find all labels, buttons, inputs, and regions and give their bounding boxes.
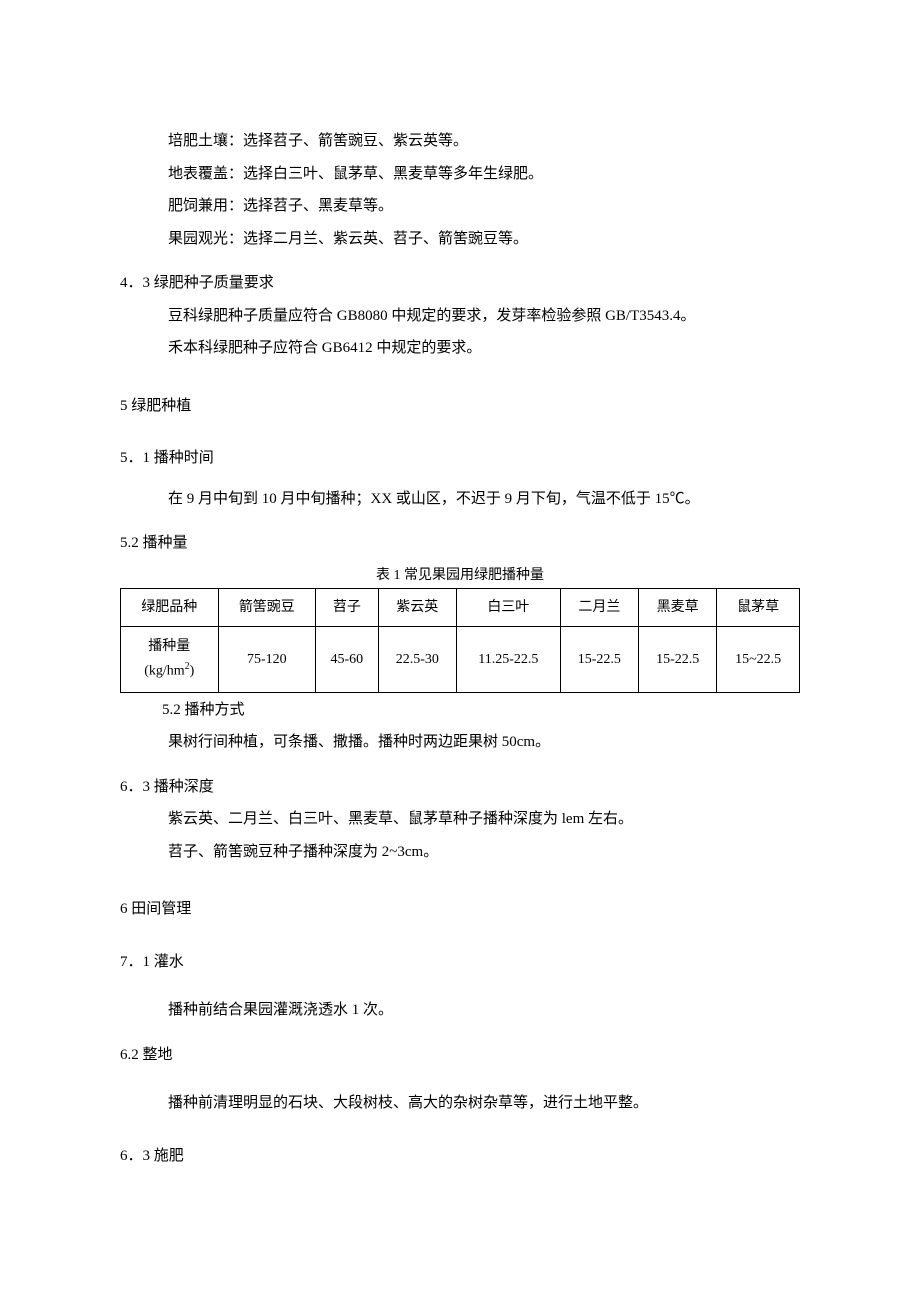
- paragraph: 在 9 月中旬到 10 月中旬播种；XX 或山区，不迟于 9 月下旬，气温不低于…: [120, 488, 800, 511]
- row-label-line2b: ): [190, 664, 195, 679]
- table-header-cell: 苕子: [316, 588, 379, 626]
- table-header-cell: 黑麦草: [639, 588, 717, 626]
- paragraph: 播种前清理明显的石块、大段树枝、高大的杂树杂草等，进行土地平整。: [120, 1092, 800, 1115]
- table-cell: 15-22.5: [639, 626, 717, 692]
- table-cell: 15-22.5: [560, 626, 638, 692]
- table-header-cell: 鼠茅草: [717, 588, 800, 626]
- paragraph: 肥饲兼用：选择苕子、黑麦草等。: [120, 195, 800, 218]
- paragraph: 果树行间种植，可条播、撒播。播种时两边距果树 50cm。: [120, 731, 800, 754]
- paragraph: 紫云英、二月兰、白三叶、黑麦草、鼠茅草种子播种深度为 lem 左右。: [120, 808, 800, 831]
- table-caption: 表 1 常见果园用绿肥播种量: [120, 565, 800, 586]
- heading-6-3-fert: 6．3 施肥: [120, 1145, 800, 1168]
- paragraph: 地表覆盖：选择白三叶、鼠茅草、黑麦草等多年生绿肥。: [120, 163, 800, 186]
- table-cell: 22.5-30: [378, 626, 456, 692]
- table-row: 播种量 (kg/hm2) 75-120 45-60 22.5-30 11.25-…: [121, 626, 800, 692]
- table-header-cell: 紫云英: [378, 588, 456, 626]
- paragraph: 果园观光：选择二月兰、紫云英、苕子、箭筈豌豆等。: [120, 228, 800, 251]
- heading-7-1: 7．1 灌水: [120, 951, 800, 974]
- heading-4-3: 4．3 绿肥种子质量要求: [120, 272, 800, 295]
- document-page: 培肥土壤：选择苕子、箭筈豌豆、紫云英等。 地表覆盖：选择白三叶、鼠茅草、黑麦草等…: [0, 0, 920, 1245]
- table-cell: 11.25-22.5: [456, 626, 560, 692]
- paragraph: 禾本科绿肥种子应符合 GB6412 中规定的要求。: [120, 337, 800, 360]
- row-label-line2a: (kg/hm: [144, 664, 184, 679]
- heading-5-2-method: 5.2 播种方式: [120, 699, 800, 722]
- heading-5: 5 绿肥种植: [120, 395, 800, 418]
- heading-5-1: 5．1 播种时间: [120, 447, 800, 470]
- seeding-rate-table: 绿肥品种 箭筈豌豆 苕子 紫云英 白三叶 二月兰 黑麦草 鼠茅草 播种量 (kg…: [120, 588, 800, 693]
- paragraph: 播种前结合果园灌溉浇透水 1 次。: [120, 999, 800, 1022]
- row-label-line1: 播种量: [148, 639, 190, 654]
- table-row-label: 播种量 (kg/hm2): [121, 626, 219, 692]
- paragraph: 豆科绿肥种子质量应符合 GB8080 中规定的要求，发芽率检验参照 GB/T35…: [120, 305, 800, 328]
- heading-5-2-qty: 5.2 播种量: [120, 532, 800, 555]
- table-header-cell: 白三叶: [456, 588, 560, 626]
- table-header-cell: 绿肥品种: [121, 588, 219, 626]
- paragraph: 苕子、箭筈豌豆种子播种深度为 2~3cm。: [120, 841, 800, 864]
- table-header-row: 绿肥品种 箭筈豌豆 苕子 紫云英 白三叶 二月兰 黑麦草 鼠茅草: [121, 588, 800, 626]
- heading-6-2: 6.2 整地: [120, 1044, 800, 1067]
- heading-6: 6 田间管理: [120, 898, 800, 921]
- paragraph: 培肥土壤：选择苕子、箭筈豌豆、紫云英等。: [120, 130, 800, 153]
- table-cell: 75-120: [218, 626, 316, 692]
- heading-6-3-depth: 6．3 播种深度: [120, 776, 800, 799]
- table-header-cell: 二月兰: [560, 588, 638, 626]
- table-cell: 15~22.5: [717, 626, 800, 692]
- table-cell: 45-60: [316, 626, 379, 692]
- table-header-cell: 箭筈豌豆: [218, 588, 316, 626]
